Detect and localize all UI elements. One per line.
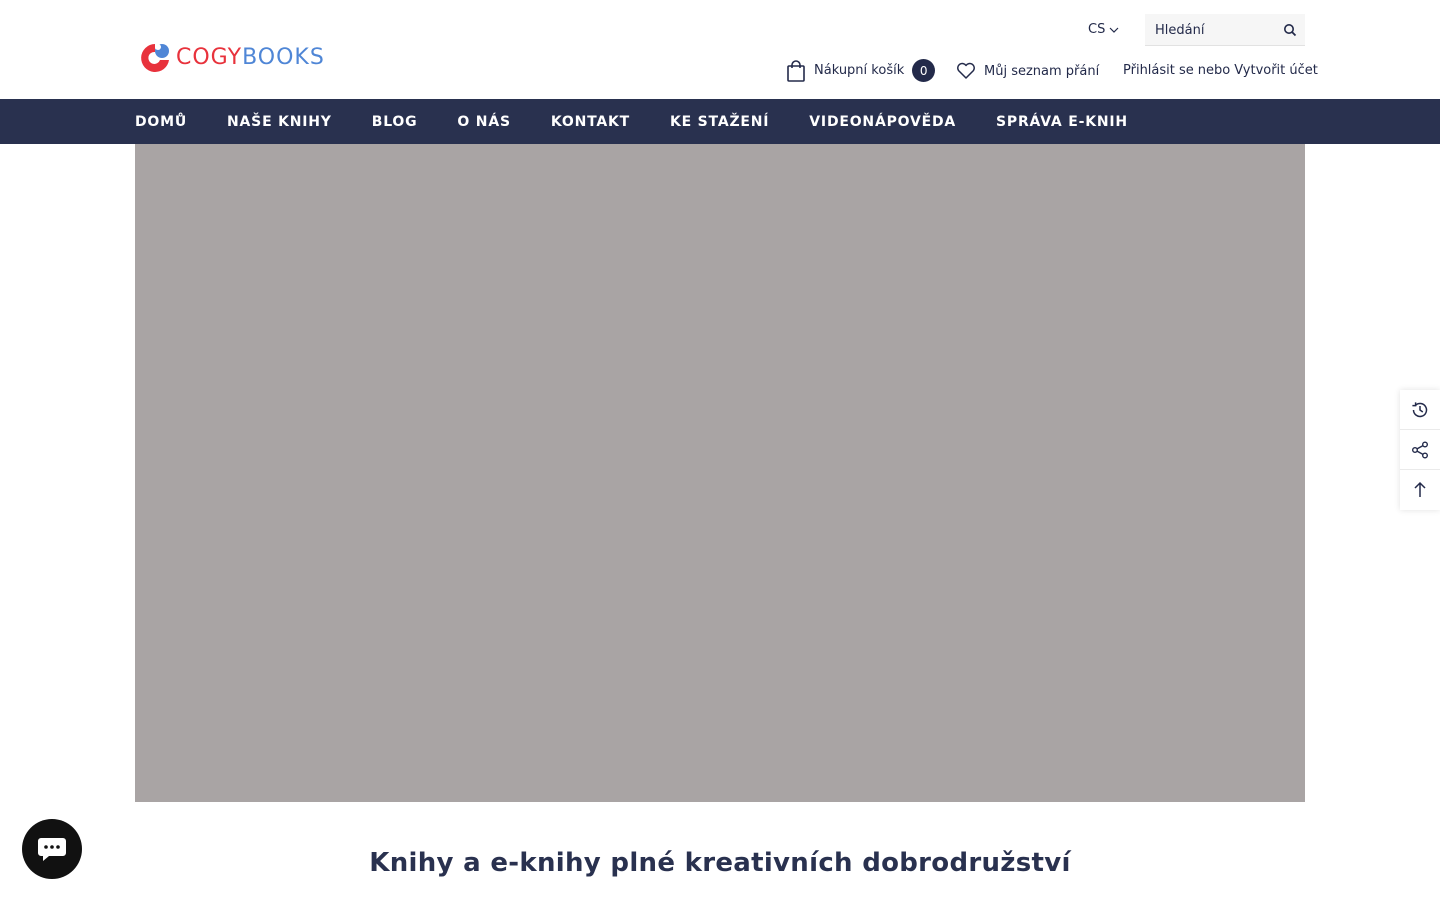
chat-button[interactable] [22,819,82,879]
nav-item-our-books[interactable]: NAŠE KNIHY [227,114,332,130]
account-links: Přihlásit se nebo Vytvořit účet [1123,63,1318,78]
nav-item-ebook-management[interactable]: SPRÁVA E-KNIH [996,114,1128,130]
logo-text-secondary: BOOKS [242,45,325,70]
page-headline: Knihy a e-knihy plné kreativních dobrodr… [369,848,1071,878]
shopping-bag-icon [787,59,805,82]
recently-viewed-button[interactable] [1400,390,1440,430]
chevron-down-icon [1109,27,1119,33]
cart-link[interactable]: Nákupní košík 0 [786,59,936,82]
site-logo[interactable]: COGYBOOKS [138,40,325,76]
search-input[interactable] [1145,14,1275,46]
language-code: CS [1088,22,1106,37]
language-selector[interactable]: CS [1088,22,1119,37]
search-icon[interactable] [1283,23,1297,37]
nav-item-contact[interactable]: KONTAKT [551,114,630,130]
wishlist-link[interactable]: Můj seznam přání [956,62,1099,80]
nav-item-about[interactable]: O NÁS [457,114,510,130]
share-icon [1412,441,1428,458]
share-button[interactable] [1400,430,1440,470]
account-separator: nebo [1197,63,1231,78]
nav-item-downloads[interactable]: KE STAŽENÍ [670,114,769,130]
hero-banner[interactable] [135,144,1305,802]
logo-wordmark: COGYBOOKS [176,47,325,69]
login-link[interactable]: Přihlásit se [1123,63,1194,78]
back-to-top-button[interactable] [1400,470,1440,510]
main-navigation: DOMŮ NAŠE KNIHY BLOG O NÁS KONTAKT KE ST… [0,99,1440,144]
heart-icon [957,62,975,79]
register-link[interactable]: Vytvořit účet [1234,63,1318,78]
search-box [1145,14,1305,46]
logo-text-primary: COGY [176,45,243,70]
recently-viewed-icon [1412,401,1428,417]
nav-item-home[interactable]: DOMŮ [135,114,187,130]
site-header: COGYBOOKS CS Nákupní košík 0 Můj seznam … [0,0,1440,99]
cart-count-badge: 0 [912,59,936,82]
wishlist-label: Můj seznam přání [984,63,1100,79]
side-toolbar [1400,390,1440,510]
chat-bubble-icon [38,838,66,861]
arrow-up-icon [1414,481,1426,497]
nav-item-video-help[interactable]: VIDEONÁPOVĚDA [809,114,956,130]
logo-mark-icon [138,40,172,76]
cart-label: Nákupní košík [814,63,905,78]
nav-item-blog[interactable]: BLOG [372,114,418,130]
